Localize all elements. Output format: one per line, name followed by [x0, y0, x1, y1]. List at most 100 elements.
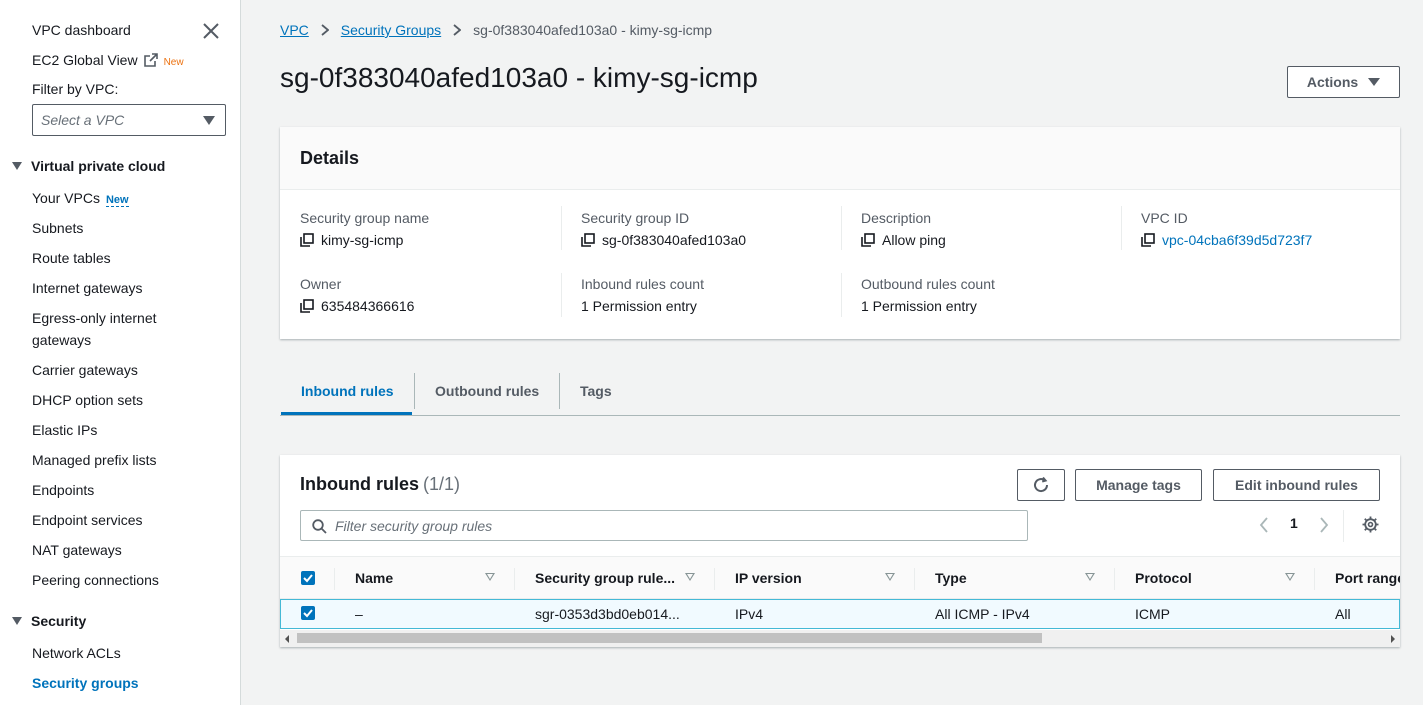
sidebar-item-egress-only-internet-gateways[interactable]: Egress-only internet gateways	[32, 307, 182, 351]
detail-label: Security group ID	[581, 210, 690, 226]
detail-value: sg-0f383040afed103a0	[581, 232, 746, 248]
sidebar-item-network-acls[interactable]: Network ACLs	[32, 642, 121, 664]
chevron-right-icon[interactable]	[1319, 517, 1329, 533]
breadcrumb-current: sg-0f383040afed103a0 - kimy-sg-icmp	[473, 22, 713, 38]
vpc-id-link[interactable]: vpc-04cba6f39d5d723f7	[1162, 232, 1312, 248]
sidebar-item-label: EC2 Global View	[32, 52, 138, 68]
inbound-rules-count: (1/1)	[423, 474, 461, 494]
column-divider	[334, 568, 335, 590]
table-row[interactable]: – sgr-0353d3bd0eb014... IPv4 All ICMP - …	[280, 599, 1400, 629]
sidebar-item-security-groups[interactable]: Security groups	[32, 672, 139, 694]
column-header-ip-version[interactable]: IP version	[735, 570, 802, 586]
sg-name-value: kimy-sg-icmp	[321, 232, 404, 248]
sidebar-item-elastic-ips[interactable]: Elastic IPs	[32, 419, 97, 441]
scroll-right-arrow[interactable]	[1391, 635, 1395, 643]
row-checkbox[interactable]	[301, 606, 315, 620]
cell-rule-id: sgr-0353d3bd0eb014...	[535, 606, 680, 622]
cell-ip-version: IPv4	[735, 606, 764, 622]
tab-outbound-rules[interactable]: Outbound rules	[435, 366, 539, 415]
filter-rules-placeholder: Filter security group rules	[335, 518, 493, 534]
checkmark-icon	[303, 574, 313, 583]
scroll-left-arrow[interactable]	[285, 635, 289, 643]
horizontal-scrollbar[interactable]	[280, 630, 1400, 647]
sidebar-item-vpc-dashboard[interactable]: VPC dashboard	[32, 22, 131, 38]
column-header-rule-id[interactable]: Security group rule...	[535, 570, 675, 586]
section-label: Security	[31, 613, 87, 629]
breadcrumb-link-vpc[interactable]: VPC	[280, 22, 309, 38]
sidebar-item-internet-gateways[interactable]: Internet gateways	[32, 277, 143, 299]
column-divider	[1114, 568, 1115, 590]
column-header-protocol[interactable]: Protocol	[1135, 570, 1192, 586]
column-header-port-range[interactable]: Port range	[1335, 570, 1400, 586]
tab-divider	[559, 373, 560, 409]
gear-icon[interactable]	[1362, 516, 1379, 533]
tab-inbound-rules[interactable]: Inbound rules	[301, 366, 394, 415]
detail-value: 1 Permission entry	[581, 298, 697, 314]
column-header-type[interactable]: Type	[935, 570, 967, 586]
sidebar-item-endpoints[interactable]: Endpoints	[32, 479, 94, 501]
tab-tags[interactable]: Tags	[580, 366, 612, 415]
scrollbar-thumb[interactable]	[297, 633, 1042, 643]
chevron-left-icon[interactable]	[1259, 517, 1269, 533]
sidebar-item-peering-connections[interactable]: Peering connections	[32, 569, 159, 591]
search-icon	[312, 519, 327, 534]
sort-icon[interactable]	[1285, 573, 1295, 581]
detail-label: Inbound rules count	[581, 276, 704, 292]
caret-down-icon	[1368, 78, 1381, 86]
refresh-icon	[1034, 476, 1049, 493]
copy-icon[interactable]	[1141, 233, 1155, 247]
column-divider	[514, 568, 515, 590]
detail-label: VPC ID	[1141, 210, 1188, 226]
detail-label: Security group name	[300, 210, 430, 226]
expand-triangle-icon	[12, 162, 22, 170]
copy-icon[interactable]	[581, 233, 595, 247]
detail-description: Description Allow ping	[861, 210, 946, 248]
sidebar-item-managed-prefix-lists[interactable]: Managed prefix lists	[32, 449, 157, 471]
edit-inbound-rules-button[interactable]: Edit inbound rules	[1213, 469, 1380, 501]
sidebar-item-route-tables[interactable]: Route tables	[32, 247, 111, 269]
sidebar-item-dhcp-option-sets[interactable]: DHCP option sets	[32, 389, 143, 411]
breadcrumb-link-security-groups[interactable]: Security Groups	[341, 22, 441, 38]
select-all-checkbox[interactable]	[301, 571, 315, 585]
sort-icon[interactable]	[485, 573, 495, 581]
details-panel: Details Security group name kimy-sg-icmp…	[280, 127, 1400, 339]
sidebar-item-your-vpcs[interactable]: Your VPCs New	[32, 187, 129, 211]
page-title: sg-0f383040afed103a0 - kimy-sg-icmp	[280, 62, 758, 93]
sidebar-item-carrier-gateways[interactable]: Carrier gateways	[32, 359, 138, 381]
sidebar-item-nat-gateways[interactable]: NAT gateways	[32, 539, 122, 561]
sort-icon[interactable]	[1085, 573, 1095, 581]
page-number[interactable]: 1	[1290, 515, 1298, 531]
column-divider	[1314, 568, 1315, 590]
sort-icon[interactable]	[885, 573, 895, 581]
detail-value: Allow ping	[861, 232, 946, 248]
tab-divider	[414, 373, 415, 409]
owner-value: 635484366616	[321, 298, 415, 314]
section-virtual-private-cloud[interactable]: Virtual private cloud	[12, 158, 165, 174]
actions-button[interactable]: Actions	[1287, 66, 1400, 98]
tab-bar: Inbound rules Outbound rules Tags	[280, 366, 1400, 416]
close-icon[interactable]	[202, 22, 220, 40]
sidebar-item-subnets[interactable]: Subnets	[32, 217, 83, 239]
sidebar-item-endpoint-services[interactable]: Endpoint services	[32, 509, 143, 531]
sidebar-item-ec2-global-view[interactable]: EC2 Global View New	[32, 52, 184, 68]
column-divider	[561, 206, 562, 250]
detail-value: 635484366616	[300, 298, 414, 314]
refresh-button[interactable]	[1017, 469, 1065, 501]
copy-icon[interactable]	[300, 233, 314, 247]
filter-by-vpc-label: Filter by VPC:	[32, 81, 119, 97]
pager-divider	[1343, 510, 1344, 542]
inbound-rules-heading: Inbound rules (1/1)	[300, 474, 460, 495]
copy-icon[interactable]	[300, 299, 314, 313]
detail-label: Outbound rules count	[861, 276, 995, 292]
vpc-filter-select[interactable]: Select a VPC	[32, 104, 226, 136]
sort-icon[interactable]	[685, 573, 695, 581]
filter-rules-input[interactable]: Filter security group rules	[300, 510, 1028, 541]
vpc-filter-placeholder: Select a VPC	[41, 112, 125, 128]
sidebar: VPC dashboard EC2 Global View New Filter …	[0, 0, 241, 705]
column-divider	[841, 273, 842, 317]
column-header-name[interactable]: Name	[355, 570, 393, 586]
section-security[interactable]: Security	[12, 613, 86, 629]
copy-icon[interactable]	[861, 233, 875, 247]
manage-tags-button[interactable]: Manage tags	[1075, 469, 1202, 501]
sidebar-item-label: Your VPCs	[32, 190, 100, 206]
